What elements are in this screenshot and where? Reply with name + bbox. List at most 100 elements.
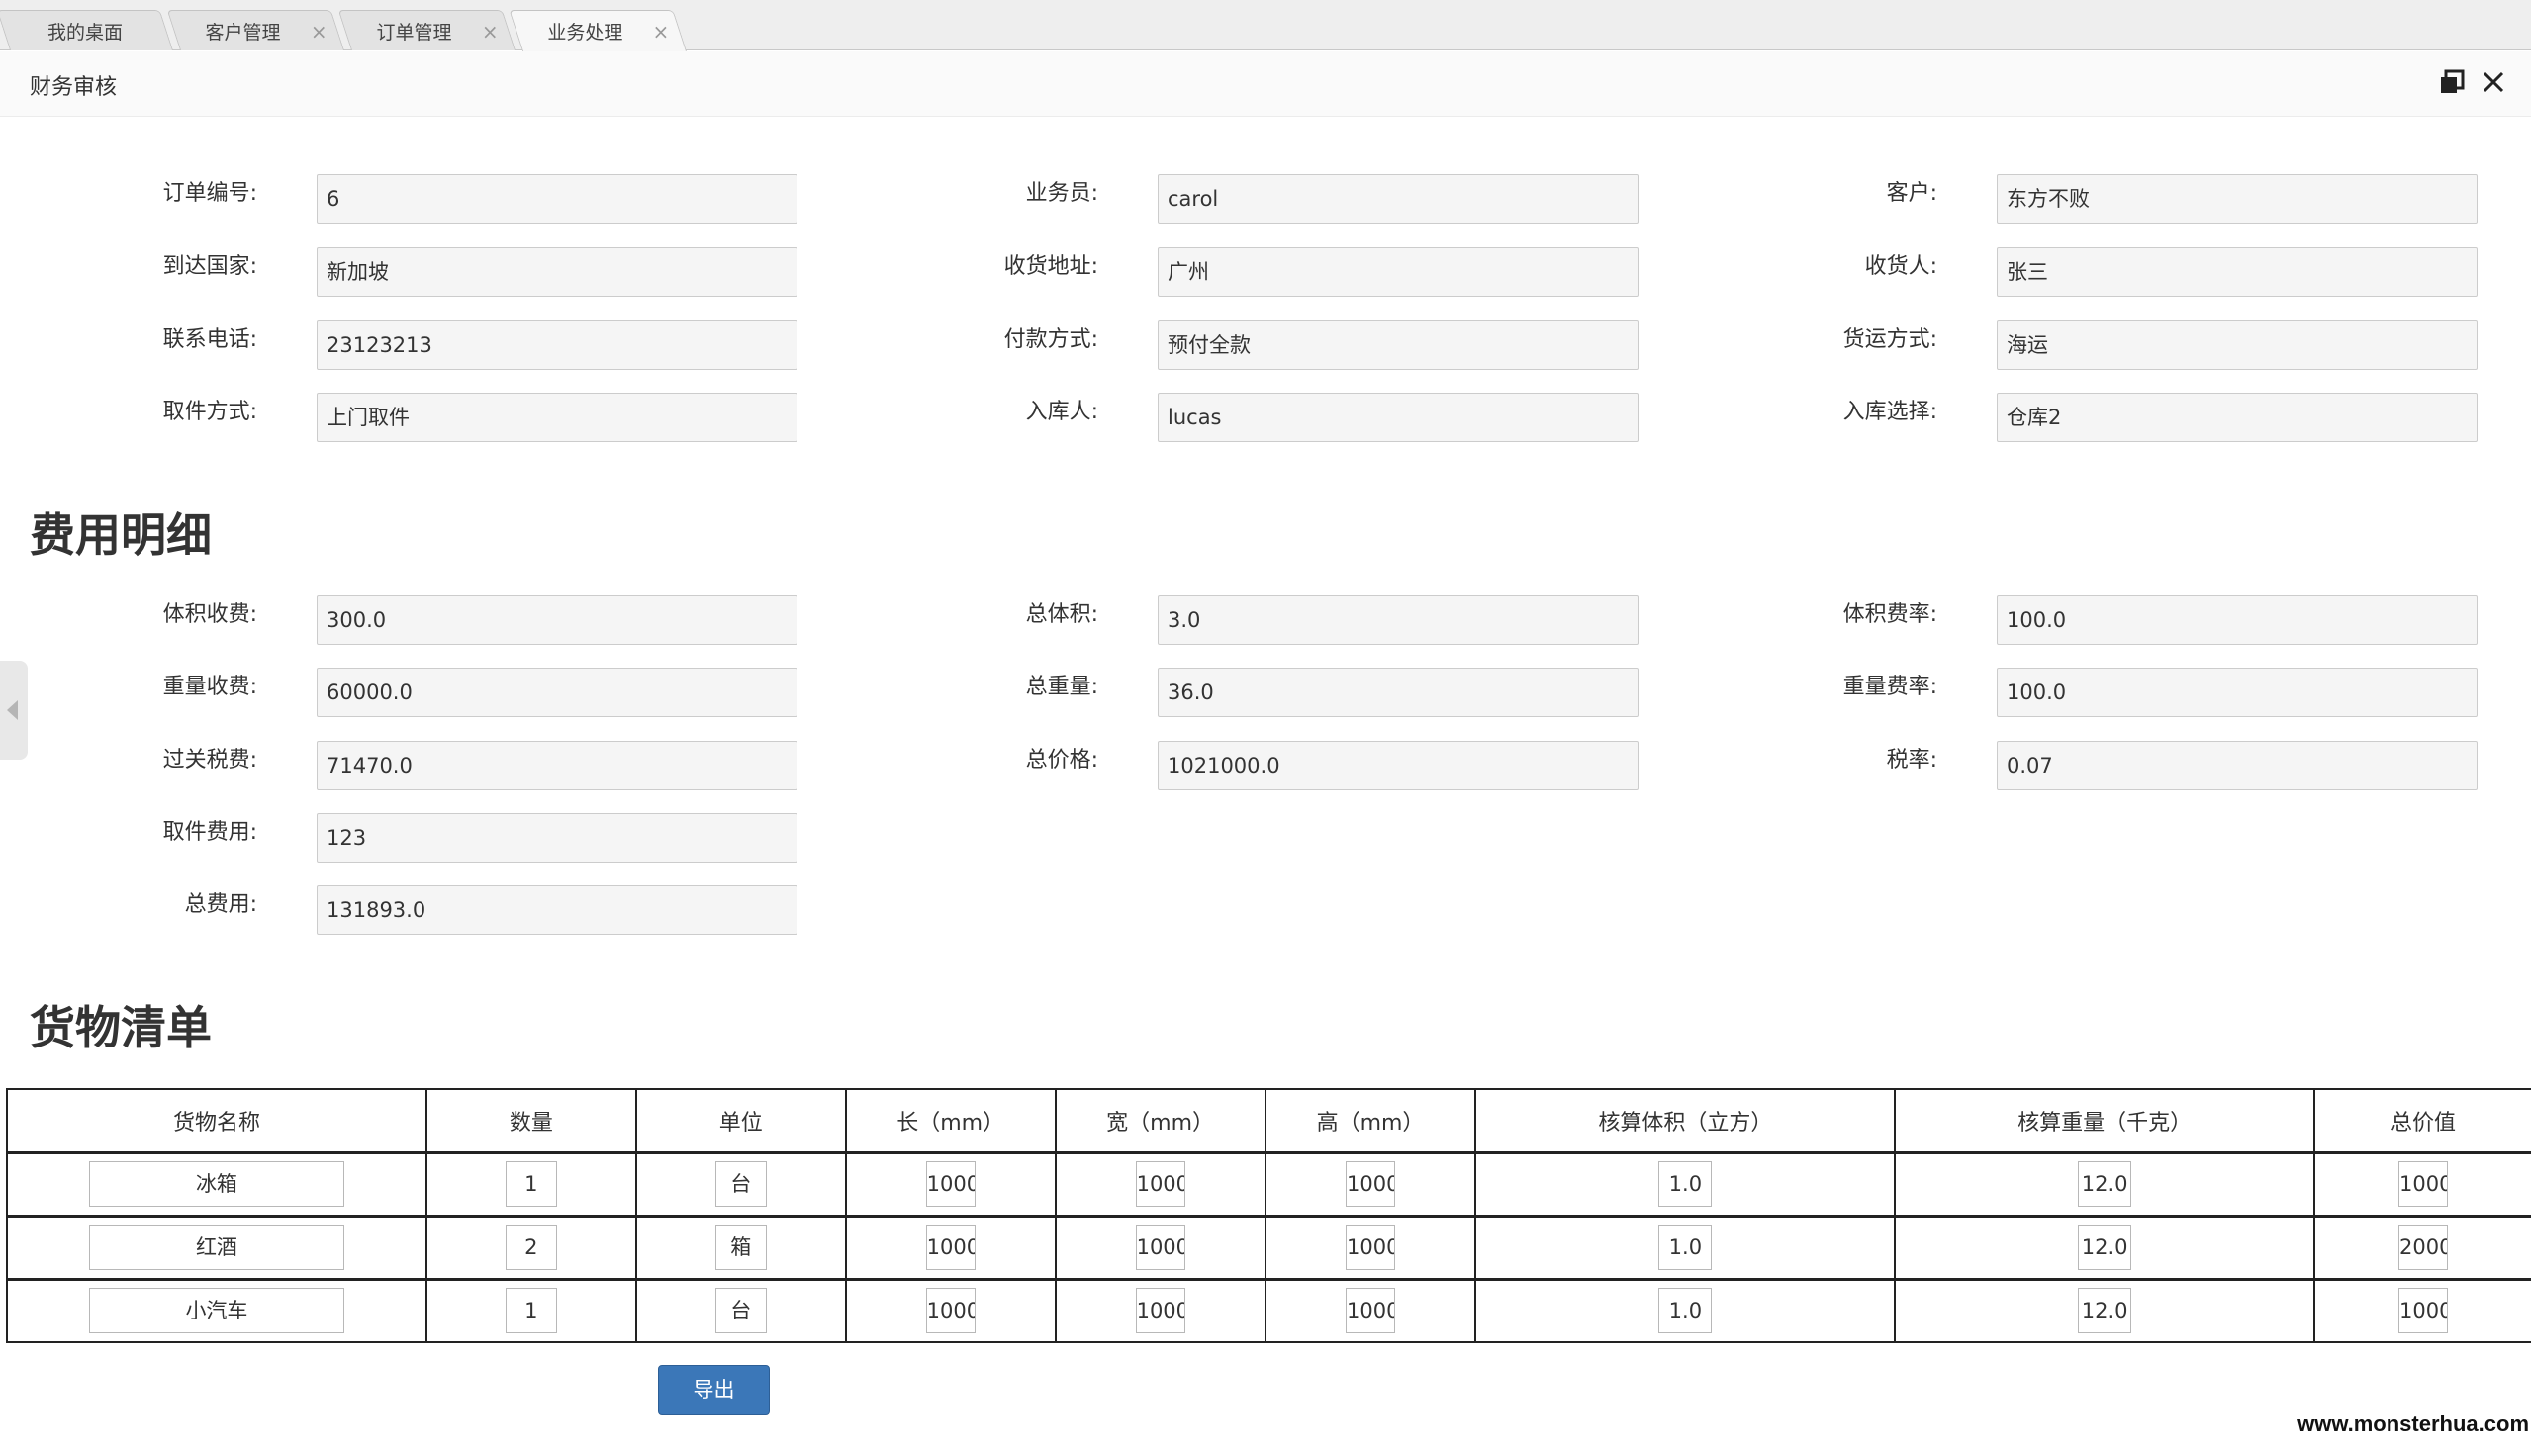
weight-rate-input[interactable]: 100.0 bbox=[1997, 668, 2478, 717]
collapse-left-arrow-icon bbox=[7, 700, 18, 720]
customs-tax-input[interactable]: 71470.0 bbox=[317, 741, 797, 790]
panel-title: 财务审核 bbox=[30, 75, 118, 100]
volume-input[interactable]: 1.0 bbox=[1658, 1161, 1713, 1207]
tab-label: 我的桌面 bbox=[47, 21, 124, 44]
tab-order-management[interactable]: 订单管理 × bbox=[337, 10, 516, 50]
total-volume-input[interactable]: 3.0 bbox=[1158, 595, 1639, 645]
shipping-input[interactable]: 海运 bbox=[1997, 320, 2478, 370]
goods-name-input[interactable]: 红酒 bbox=[88, 1225, 344, 1270]
watermark: www.monsterhua.com bbox=[2297, 1411, 2529, 1436]
unit-input[interactable]: 台 bbox=[714, 1288, 767, 1334]
tab-label: 客户管理 bbox=[205, 21, 281, 44]
tab-customer-management[interactable]: 客户管理 × bbox=[166, 10, 344, 50]
phone-label: 联系电话: bbox=[162, 327, 257, 352]
weight-fee-label: 重量收费: bbox=[162, 675, 257, 699]
column-header: 总价值 bbox=[2313, 1088, 2531, 1153]
total-value-input[interactable]: 1000 bbox=[2398, 1161, 2449, 1207]
tab-label: 订单管理 bbox=[376, 21, 452, 44]
warehouse-label: 入库选择: bbox=[1842, 400, 1937, 424]
quantity-input[interactable]: 1 bbox=[505, 1288, 557, 1334]
order-no-label: 订单编号: bbox=[162, 181, 257, 206]
total-price-input[interactable]: 1021000.0 bbox=[1158, 741, 1639, 790]
total-fee-input[interactable]: 131893.0 bbox=[317, 885, 797, 935]
width-input[interactable]: 1000 bbox=[1135, 1225, 1185, 1270]
quantity-input[interactable]: 2 bbox=[505, 1225, 557, 1270]
height-input[interactable]: 1000 bbox=[1346, 1288, 1395, 1334]
column-header: 高（mm） bbox=[1264, 1088, 1477, 1153]
close-icon[interactable] bbox=[2480, 69, 2507, 97]
customs-tax-label: 过关税费: bbox=[162, 748, 257, 773]
tab-close-icon[interactable]: × bbox=[482, 20, 499, 44]
unit-input[interactable]: 箱 bbox=[714, 1225, 767, 1270]
total-volume-label: 总体积: bbox=[1025, 602, 1098, 627]
tax-rate-input[interactable]: 0.07 bbox=[1997, 741, 2478, 790]
weight-input[interactable]: 12.0 bbox=[2078, 1288, 2132, 1334]
goods-name-input[interactable]: 冰箱 bbox=[88, 1161, 344, 1207]
tab-business-processing[interactable]: 业务处理 × bbox=[509, 10, 687, 51]
customer-label: 客户: bbox=[1886, 181, 1937, 206]
tax-rate-label: 税率: bbox=[1886, 748, 1937, 773]
payment-label: 付款方式: bbox=[1003, 327, 1098, 352]
weight-rate-label: 重量费率: bbox=[1842, 675, 1937, 699]
export-button[interactable]: 导出 bbox=[658, 1365, 770, 1415]
receiver-input[interactable]: 张三 bbox=[1997, 247, 2478, 297]
quantity-input[interactable]: 1 bbox=[505, 1161, 557, 1207]
width-input[interactable]: 1000 bbox=[1135, 1288, 1185, 1334]
goods-name-input[interactable]: 小汽车 bbox=[88, 1288, 344, 1334]
volume-rate-label: 体积费率: bbox=[1842, 602, 1937, 627]
tab-close-icon[interactable]: × bbox=[653, 20, 670, 44]
tab-close-icon[interactable]: × bbox=[311, 20, 328, 44]
length-input[interactable]: 1000 bbox=[925, 1161, 976, 1207]
weight-input[interactable]: 12.0 bbox=[2078, 1161, 2132, 1207]
fee-details-heading: 费用明细 bbox=[30, 508, 212, 562]
order-no-input[interactable]: 6 bbox=[317, 174, 797, 224]
weight-fee-input[interactable]: 60000.0 bbox=[317, 668, 797, 717]
volume-fee-label: 体积收费: bbox=[162, 602, 257, 627]
table-row: 小汽车 1 台 1000 1000 1000 1.0 12.0 1000 bbox=[6, 1277, 2531, 1343]
address-input[interactable]: 广州 bbox=[1158, 247, 1639, 297]
table-row: 红酒 2 箱 1000 1000 1000 1.0 12.0 2000 bbox=[6, 1214, 2531, 1280]
warehouse-input[interactable]: 仓库2 bbox=[1997, 393, 2478, 442]
total-price-label: 总价格: bbox=[1025, 748, 1098, 773]
column-header: 单位 bbox=[634, 1088, 847, 1153]
column-header: 核算重量（千克） bbox=[1894, 1088, 2316, 1153]
weight-input[interactable]: 12.0 bbox=[2078, 1225, 2132, 1270]
volume-input[interactable]: 1.0 bbox=[1658, 1288, 1713, 1334]
pickup-input[interactable]: 上门取件 bbox=[317, 393, 797, 442]
length-input[interactable]: 1000 bbox=[925, 1225, 976, 1270]
pickup-fee-input[interactable]: 123 bbox=[317, 813, 797, 863]
table-header-row: 货物名称 数量 单位 长（mm） 宽（mm） 高（mm） 核算体积（立方） 核算… bbox=[6, 1088, 2531, 1153]
volume-rate-input[interactable]: 100.0 bbox=[1997, 595, 2478, 645]
total-value-input[interactable]: 1000 bbox=[2398, 1288, 2449, 1334]
pickup-fee-label: 取件费用: bbox=[162, 820, 257, 845]
salesman-input[interactable]: carol bbox=[1158, 174, 1639, 224]
panel-header: 财务审核 bbox=[0, 51, 2531, 117]
payment-input[interactable]: 预付全款 bbox=[1158, 320, 1639, 370]
tab-desktop[interactable]: 我的桌面 bbox=[0, 10, 173, 50]
volume-fee-input[interactable]: 300.0 bbox=[317, 595, 797, 645]
restore-window-icon[interactable] bbox=[2439, 69, 2467, 97]
total-weight-input[interactable]: 36.0 bbox=[1158, 668, 1639, 717]
table-row: 冰箱 1 台 1000 1000 1000 1.0 12.0 1000 bbox=[6, 1150, 2531, 1217]
goods-table: 货物名称 数量 单位 长（mm） 宽（mm） 高（mm） 核算体积（立方） 核算… bbox=[6, 1088, 2531, 1343]
width-input[interactable]: 1000 bbox=[1135, 1161, 1185, 1207]
sidebar-collapse-handle[interactable] bbox=[0, 661, 28, 760]
country-label: 到达国家: bbox=[162, 254, 257, 279]
total-value-input[interactable]: 2000 bbox=[2398, 1225, 2449, 1270]
phone-input[interactable]: 23123213 bbox=[317, 320, 797, 370]
volume-input[interactable]: 1.0 bbox=[1658, 1225, 1713, 1270]
shipping-label: 货运方式: bbox=[1842, 327, 1937, 352]
height-input[interactable]: 1000 bbox=[1346, 1161, 1395, 1207]
total-fee-label: 总费用: bbox=[184, 892, 257, 917]
country-input[interactable]: 新加坡 bbox=[317, 247, 797, 297]
height-input[interactable]: 1000 bbox=[1346, 1225, 1395, 1270]
stocker-input[interactable]: lucas bbox=[1158, 393, 1639, 442]
stocker-label: 入库人: bbox=[1025, 400, 1098, 424]
column-header: 宽（mm） bbox=[1054, 1088, 1266, 1153]
length-input[interactable]: 1000 bbox=[925, 1288, 976, 1334]
column-header: 核算体积（立方） bbox=[1474, 1088, 1897, 1153]
total-weight-label: 总重量: bbox=[1025, 675, 1098, 699]
unit-input[interactable]: 台 bbox=[714, 1161, 767, 1207]
column-header: 数量 bbox=[424, 1088, 637, 1153]
customer-input[interactable]: 东方不败 bbox=[1997, 174, 2478, 224]
